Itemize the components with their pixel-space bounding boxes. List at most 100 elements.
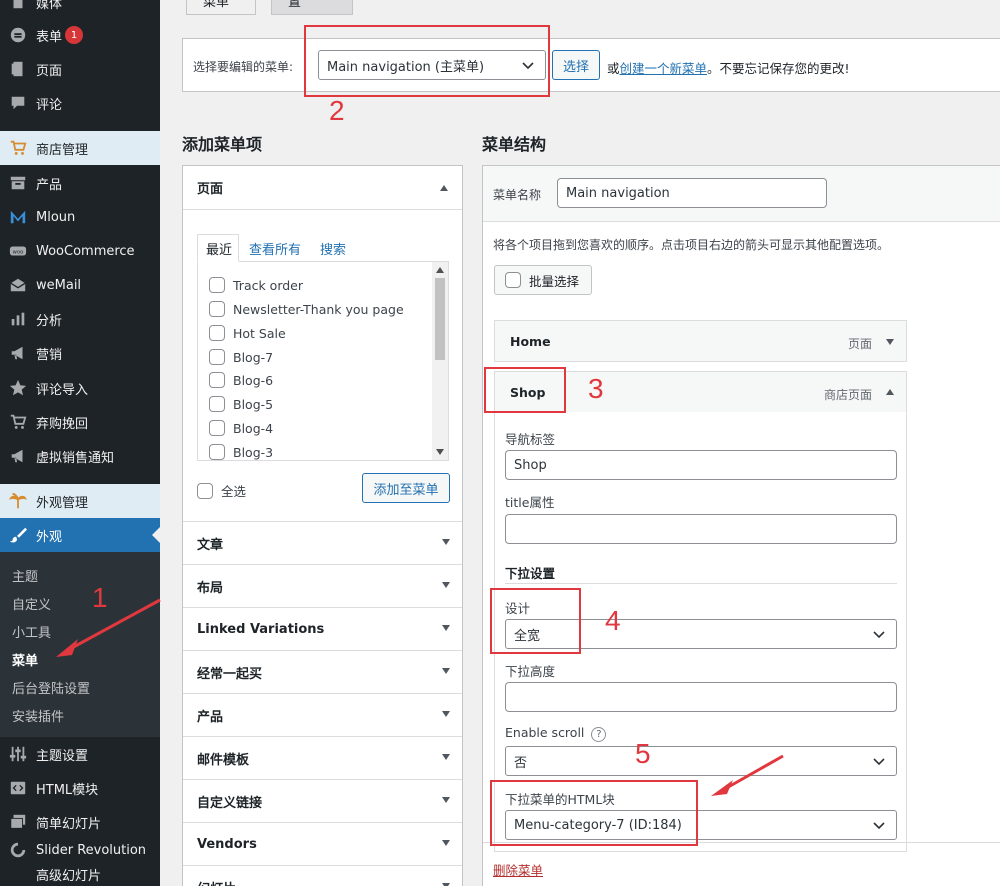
accordion-custom-links[interactable]: 自定义链接 <box>183 779 462 822</box>
submenu-customize[interactable]: 自定义 <box>12 594 51 613</box>
expand-arrow-icon <box>442 840 450 846</box>
sidebar-item-appearance-management[interactable]: 外观管理 <box>0 484 160 518</box>
checkbox[interactable] <box>505 272 521 288</box>
sidebar-item-analytics[interactable]: 分析 <box>0 302 160 336</box>
tab-search[interactable]: 搜索 <box>320 234 346 262</box>
tab-view-all[interactable]: 查看所有 <box>249 234 301 262</box>
accordion-vendors[interactable]: Vendors <box>183 822 462 865</box>
list-scrollbar[interactable] <box>432 262 448 460</box>
tab-edit-menus[interactable]: 编辑菜单 <box>186 0 256 15</box>
sidebar-item-review-import[interactable]: 评论导入 <box>0 371 160 405</box>
checkbox[interactable] <box>209 372 225 388</box>
accordion-layouts[interactable]: 布局 <box>183 564 462 607</box>
scrollbar-thumb[interactable] <box>435 278 445 360</box>
list-item[interactable]: Blog-6 <box>209 372 273 388</box>
accordion-frequently-bought[interactable]: 经常一起买 <box>183 650 462 693</box>
sidebar-item-pages[interactable]: 页面 <box>0 52 160 86</box>
scroll-down-arrow-icon[interactable] <box>436 449 444 455</box>
collapse-arrow-icon[interactable] <box>886 389 894 395</box>
checkbox[interactable] <box>209 301 225 317</box>
page-icon <box>8 59 28 79</box>
accordion-slides[interactable]: 幻灯片 <box>183 865 462 886</box>
sidebar-item-wemail[interactable]: weMail <box>0 268 160 302</box>
enable-scroll-select[interactable]: 否 <box>505 746 897 776</box>
annotation-arrow-5 <box>711 754 784 796</box>
select-all-checkbox[interactable]: 全选 <box>197 481 246 500</box>
tab-manage-locations[interactable]: 管理位置 <box>271 0 353 15</box>
sidebar-item-theme-settings[interactable]: 主题设置 <box>0 737 160 771</box>
mail-icon <box>8 275 28 295</box>
sidebar-item-simple-slides[interactable]: 简单幻灯片 <box>0 805 160 839</box>
list-item[interactable]: Hot Sale <box>209 325 286 341</box>
accordion-email-templates[interactable]: 邮件模板 <box>183 736 462 779</box>
checkbox[interactable] <box>209 420 225 436</box>
checkbox[interactable] <box>197 482 213 499</box>
sidebar-item-slider-revolution[interactable]: Slider Revolution <box>0 840 160 860</box>
sidebar-item-marketing[interactable]: 营销 <box>0 336 160 370</box>
expand-arrow-icon <box>442 797 450 803</box>
accordion-products[interactable]: 产品 <box>183 693 462 736</box>
sliders-icon <box>8 744 28 764</box>
mloun-icon <box>8 207 28 227</box>
sidebar-item-woocommerce[interactable]: woo WooCommerce <box>0 234 160 268</box>
delete-menu-link[interactable]: 删除菜单 <box>493 860 543 879</box>
menu-item-type: 商店页面 <box>823 388 872 402</box>
annotation-box-2 <box>304 25 550 97</box>
list-item[interactable]: Track order <box>209 277 303 293</box>
menu-name-input[interactable]: Main navigation <box>557 178 827 208</box>
list-item[interactable]: Newsletter-Thank you page <box>209 301 404 317</box>
checkbox[interactable] <box>209 444 225 460</box>
dropdown-settings-heading: 下拉设置 <box>505 566 556 581</box>
sidebar-item-appearance[interactable]: 外观 <box>0 518 160 552</box>
sidebar-item-cart-recovery[interactable]: 弃购挽回 <box>0 405 160 439</box>
submenu-widgets[interactable]: 小工具 <box>12 622 51 641</box>
chevron-down-icon <box>873 631 885 639</box>
nav-label-input[interactable]: Shop <box>505 450 897 480</box>
sidebar-item-media[interactable]: 媒体 <box>0 0 160 19</box>
checkbox[interactable] <box>209 277 225 293</box>
list-item[interactable]: Blog-3 <box>209 444 273 460</box>
select-button[interactable]: 选择 <box>552 50 600 80</box>
menu-item-home[interactable]: Home 页面 <box>494 320 907 362</box>
add-to-menu-button[interactable]: 添加至菜单 <box>362 473 450 503</box>
tab-recent[interactable]: 最近 <box>197 234 239 262</box>
list-item[interactable]: Blog-4 <box>209 420 273 436</box>
sidebar-item-store-management[interactable]: 商店管理 <box>0 131 160 165</box>
sidebar-item-label-advanced-slides: 高级幻灯片 <box>36 869 102 884</box>
help-icon[interactable]: ? <box>591 727 607 742</box>
submenu-login-settings[interactable]: 后台登陆设置 <box>12 678 90 697</box>
recent-pages-list: Track order Newsletter-Thank you page Ho… <box>197 261 449 461</box>
drag-hint-text: 将各个项目拖到您喜欢的顺序。点击项目右边的箭头可显示其他配置选项。 <box>493 238 890 252</box>
slides-icon <box>8 812 28 832</box>
select-menu-label: 选择要编辑的菜单: <box>193 60 294 74</box>
star-icon <box>8 378 28 398</box>
list-item[interactable]: Blog-7 <box>209 349 273 365</box>
accordion-posts[interactable]: 文章 <box>183 521 462 564</box>
submenu-install-plugins[interactable]: 安装插件 <box>12 706 64 725</box>
submenu-menus[interactable]: 菜单 <box>12 650 38 669</box>
accordion-linked-variations[interactable]: Linked Variations <box>183 607 462 650</box>
sidebar-item-products[interactable]: 产品 <box>0 166 160 200</box>
pages-section-header[interactable]: 页面 <box>183 166 462 210</box>
select-bar-text: 或创建一个新菜单。不要忘记保存您的更改! <box>607 61 850 76</box>
expand-arrow-icon <box>442 539 450 545</box>
checkbox[interactable] <box>209 325 225 341</box>
expand-arrow-icon[interactable] <box>886 339 894 345</box>
title-attr-input[interactable] <box>505 514 897 544</box>
sidebar-item-html-blocks[interactable]: HTML模块 <box>0 771 160 805</box>
scroll-up-arrow-icon[interactable] <box>436 267 444 273</box>
sidebar-item-comments[interactable]: 评论 <box>0 86 160 120</box>
sidebar-item-forms[interactable]: 表单 1 <box>0 18 160 52</box>
submenu-themes[interactable]: 主题 <box>12 566 38 585</box>
bulk-select-button[interactable]: 批量选择 <box>494 265 592 295</box>
checkbox[interactable] <box>209 349 225 365</box>
checkbox[interactable] <box>209 396 225 412</box>
list-item[interactable]: Blog-5 <box>209 396 273 412</box>
add-menu-items-title: 添加菜单项 <box>182 135 263 154</box>
create-new-menu-link[interactable]: 创建一个新菜单 <box>620 61 708 76</box>
sidebar-item-sales-notification[interactable]: 虚拟销售通知 <box>0 439 160 473</box>
dropdown-height-input[interactable] <box>505 682 897 712</box>
megaphone-icon <box>8 343 28 363</box>
sidebar-item-mloun[interactable]: Mloun <box>0 200 160 234</box>
notification-badge: 1 <box>65 26 84 44</box>
